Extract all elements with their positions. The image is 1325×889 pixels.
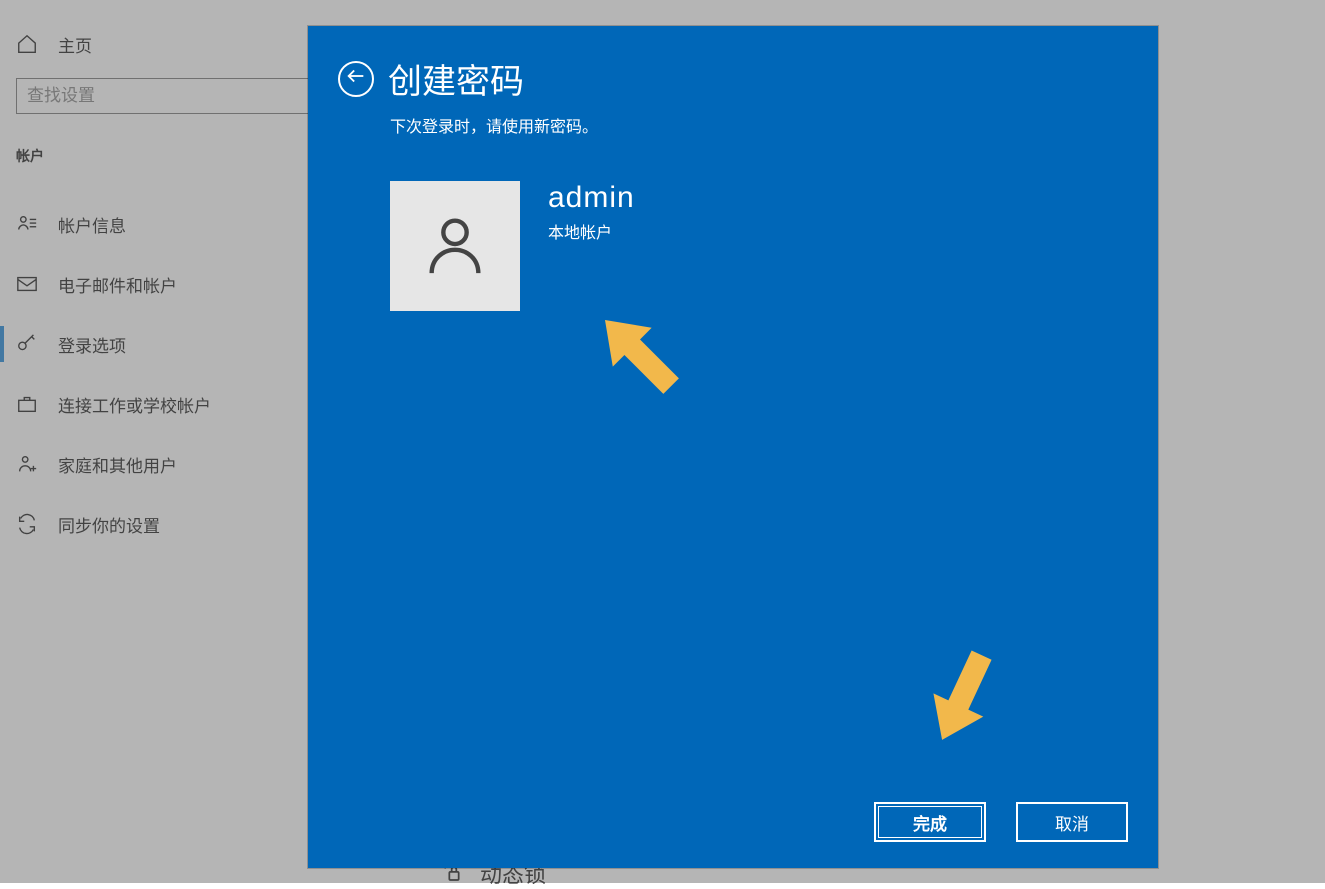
account-name: admin [548, 181, 635, 215]
person-icon [420, 209, 490, 284]
back-button[interactable] [338, 61, 374, 97]
dialog-buttons: 完成 取消 [874, 802, 1128, 842]
finish-button[interactable]: 完成 [874, 802, 986, 842]
create-password-dialog: 创建密码 下次登录时，请使用新密码。 admin 本地帐户 完成 取消 [308, 26, 1158, 868]
account-type: 本地帐户 [548, 219, 635, 243]
arrow-left-icon [345, 65, 367, 92]
account-row: admin 本地帐户 [390, 181, 1128, 311]
dialog-subtitle: 下次登录时，请使用新密码。 [390, 113, 1128, 137]
avatar [390, 181, 520, 311]
dialog-title: 创建密码 [388, 54, 524, 103]
cancel-button[interactable]: 取消 [1016, 802, 1128, 842]
dialog-header: 创建密码 [338, 54, 1128, 103]
account-text: admin 本地帐户 [548, 181, 635, 243]
